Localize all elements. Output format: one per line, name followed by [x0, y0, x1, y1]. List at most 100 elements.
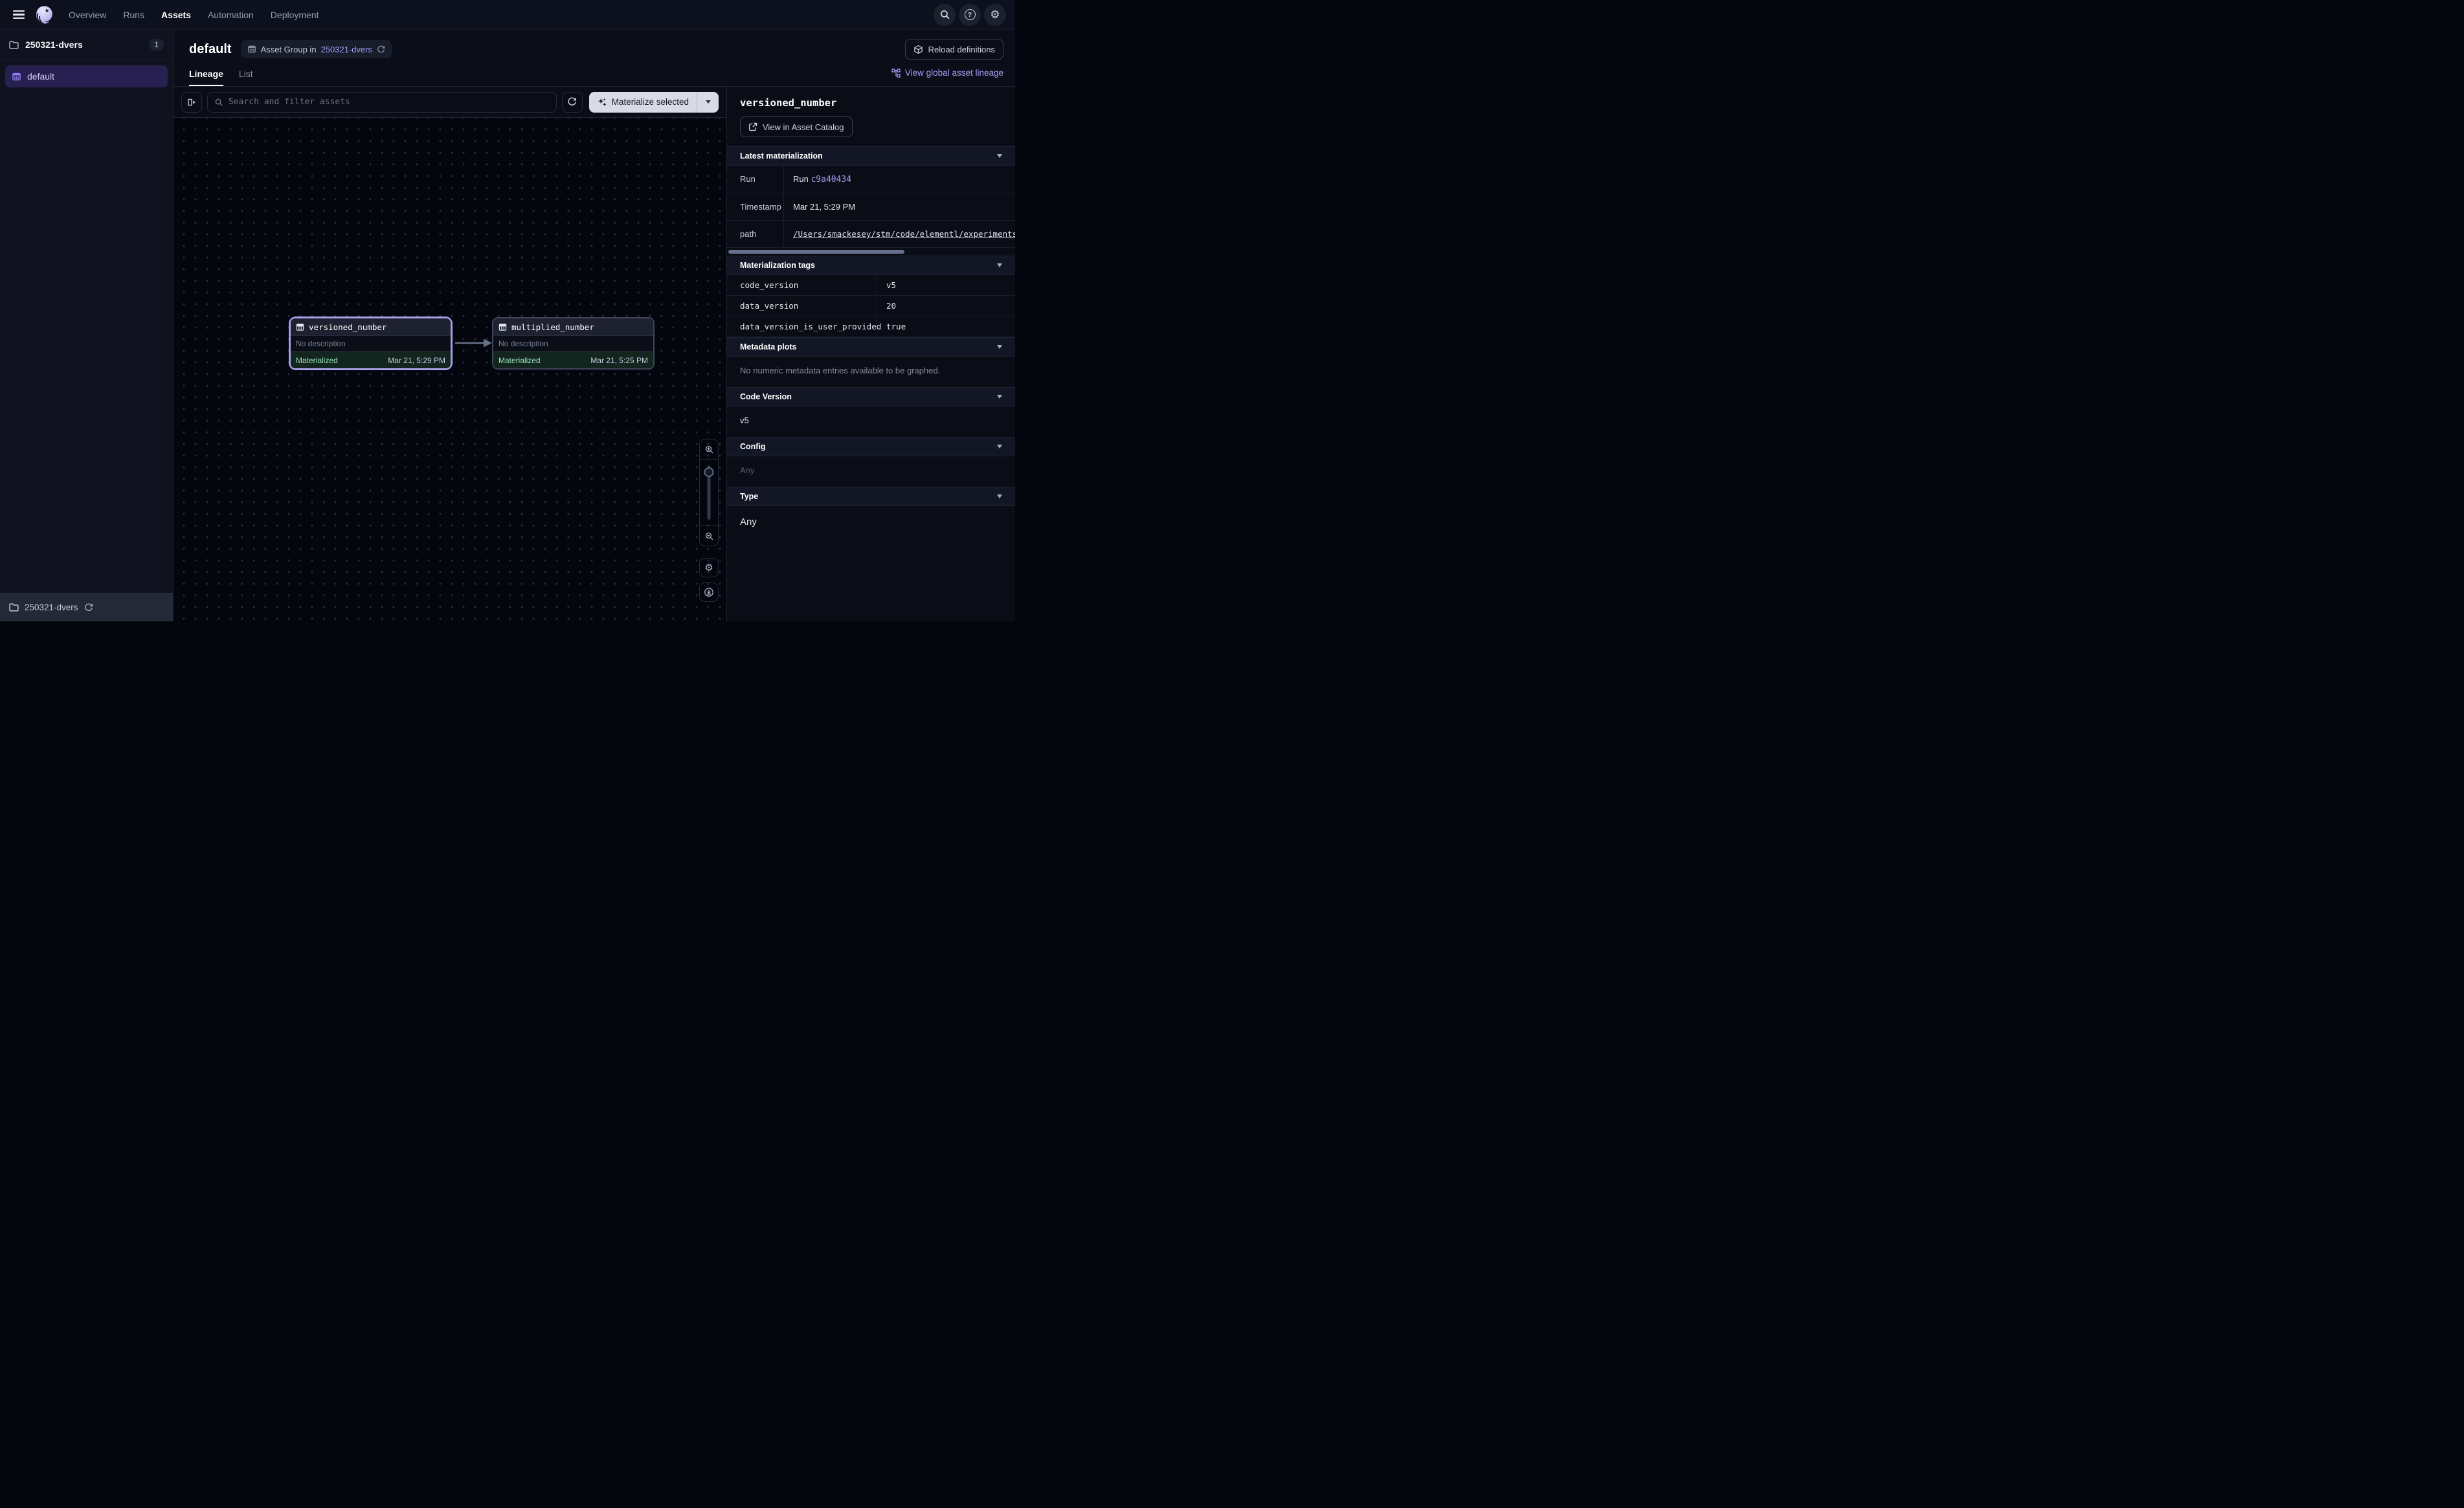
chevron-down-icon	[997, 494, 1002, 498]
tag-value: 20	[877, 296, 1015, 316]
external-link-icon	[748, 122, 757, 131]
nav-item-runs[interactable]: Runs	[123, 10, 144, 20]
lineage-edge-arrow	[454, 337, 494, 349]
sidebar-group-name: 250321-dvers	[25, 39, 83, 50]
panel-expand-icon	[186, 97, 197, 107]
chevron-down-icon	[997, 445, 1002, 449]
search-button[interactable]	[934, 4, 956, 26]
section-heading: Code Version	[740, 392, 792, 401]
nav-item-deployment[interactable]: Deployment	[271, 10, 319, 20]
config-value: Any	[727, 456, 1015, 487]
table-row: code_version v5	[727, 275, 1015, 296]
metadata-plots-empty-message: No numeric metadata entries available to…	[727, 357, 1015, 387]
chevron-down-icon	[997, 154, 1002, 158]
zoom-in-icon	[704, 445, 714, 454]
materialized-status-badge: Materialized	[296, 356, 338, 365]
code-version-value: v5	[727, 406, 1015, 437]
badge-group-link[interactable]: 250321-dvers	[321, 45, 373, 54]
graph-toolbar: Materialize selected	[174, 87, 726, 118]
path-link[interactable]: /Users/smackesey/stm/code/elementl/exper…	[793, 229, 1015, 239]
nav-item-automation[interactable]: Automation	[208, 10, 254, 20]
chevron-down-icon	[706, 100, 711, 104]
lineage-canvas[interactable]: versioned_number No description Material…	[174, 118, 726, 621]
tag-value: true	[877, 316, 1015, 337]
table-row: path /Users/smackesey/stm/code/elementl/…	[727, 221, 1015, 248]
section-materialization-tags[interactable]: Materialization tags	[727, 256, 1015, 275]
asset-node-versioned-number[interactable]: versioned_number No description Material…	[289, 316, 453, 370]
scrollbar-thumb[interactable]	[728, 250, 904, 254]
code-location-footer[interactable]: 250321-dvers	[0, 593, 173, 621]
download-graph-button[interactable]	[699, 582, 719, 602]
nav-item-overview[interactable]: Overview	[69, 10, 106, 20]
search-input[interactable]	[229, 97, 550, 107]
materialize-options-button[interactable]	[697, 92, 719, 113]
asset-search-box	[207, 92, 557, 113]
sidebar-spacer	[0, 87, 173, 593]
tag-value: v5	[877, 275, 1015, 295]
chevron-down-icon	[997, 263, 1002, 267]
sidebar-group-row[interactable]: 250321-dvers 1	[0, 30, 173, 60]
zoom-out-button[interactable]	[700, 526, 718, 546]
timestamp-value: Mar 21, 5:29 PM	[784, 194, 1015, 220]
zoom-in-button[interactable]	[700, 439, 718, 459]
nav-item-assets[interactable]: Assets	[161, 10, 191, 20]
chevron-down-icon	[997, 345, 1002, 349]
view-in-asset-catalog-label: View in Asset Catalog	[763, 122, 844, 132]
tag-key: data_version_is_user_provided	[727, 316, 877, 337]
page-title: default	[189, 42, 232, 57]
tab-lineage[interactable]: Lineage	[189, 60, 223, 86]
materialize-selected-label: Materialize selected	[612, 97, 689, 107]
badge-text: Asset Group in	[261, 45, 317, 54]
view-in-asset-catalog-button[interactable]: View in Asset Catalog	[740, 116, 853, 137]
top-nav: Overview Runs Assets Automation Deployme…	[0, 0, 1015, 30]
type-value: Any	[727, 506, 1015, 540]
materialize-selected-button[interactable]: Materialize selected	[589, 92, 697, 113]
tab-list[interactable]: List	[239, 60, 253, 86]
zoom-slider[interactable]	[700, 459, 718, 526]
folder-icon	[9, 603, 19, 612]
settings-button[interactable]: ⚙	[984, 4, 1006, 26]
gear-icon: ⚙	[704, 563, 713, 573]
primary-nav: Overview Runs Assets Automation Deployme…	[69, 10, 319, 20]
chevron-down-icon	[997, 395, 1002, 399]
hamburger-menu-icon[interactable]	[13, 10, 25, 19]
section-heading: Latest materialization	[740, 151, 823, 161]
reload-cube-icon	[913, 45, 923, 54]
reload-definitions-button[interactable]: Reload definitions	[905, 39, 1003, 60]
search-icon	[939, 9, 950, 20]
lineage-graph-area: Materialize selected	[174, 87, 726, 621]
section-type[interactable]: Type	[727, 487, 1015, 506]
expand-panel-button[interactable]	[181, 92, 202, 113]
asset-node-multiplied-number[interactable]: multiplied_number No description Materia…	[492, 317, 655, 370]
refresh-graph-button[interactable]	[562, 92, 583, 113]
view-tabs: Lineage List View global asset lineage	[174, 60, 1015, 87]
section-heading: Metadata plots	[740, 342, 797, 351]
row-label: path	[727, 221, 784, 247]
graph-settings-button[interactable]: ⚙	[699, 558, 719, 577]
section-metadata-plots[interactable]: Metadata plots	[727, 337, 1015, 357]
table-row: Run Run c9a40434	[727, 166, 1015, 194]
section-code-version[interactable]: Code Version	[727, 387, 1015, 406]
view-global-asset-lineage-link[interactable]: View global asset lineage	[891, 68, 1003, 78]
run-id-link[interactable]: c9a40434	[811, 175, 851, 184]
tag-key: code_version	[727, 275, 877, 295]
sidebar-item-default[interactable]: default	[5, 65, 168, 87]
asset-node-description: No description	[291, 335, 451, 351]
materialized-status-badge: Materialized	[498, 356, 541, 365]
sidebar-item-label: default	[27, 71, 54, 82]
asset-details-panel: versioned_number View in Asset Catalog	[726, 87, 1015, 621]
materialization-timestamp: Mar 21, 5:25 PM	[590, 356, 648, 365]
view-global-asset-lineage-label: View global asset lineage	[905, 68, 1003, 78]
sync-icon[interactable]	[84, 603, 93, 612]
section-config[interactable]: Config	[727, 437, 1015, 456]
table-row: data_version 20	[727, 296, 1015, 316]
zoom-slider-knob[interactable]	[704, 467, 714, 477]
section-latest-materialization[interactable]: Latest materialization	[727, 146, 1015, 166]
top-nav-actions: ? ⚙	[934, 4, 1006, 26]
reload-definitions-label: Reload definitions	[928, 45, 995, 54]
section-heading: Config	[740, 442, 766, 451]
sync-icon	[567, 97, 577, 107]
dagster-app: Overview Runs Assets Automation Deployme…	[0, 0, 1015, 621]
sync-icon[interactable]	[377, 45, 385, 54]
help-button[interactable]: ?	[959, 4, 981, 26]
